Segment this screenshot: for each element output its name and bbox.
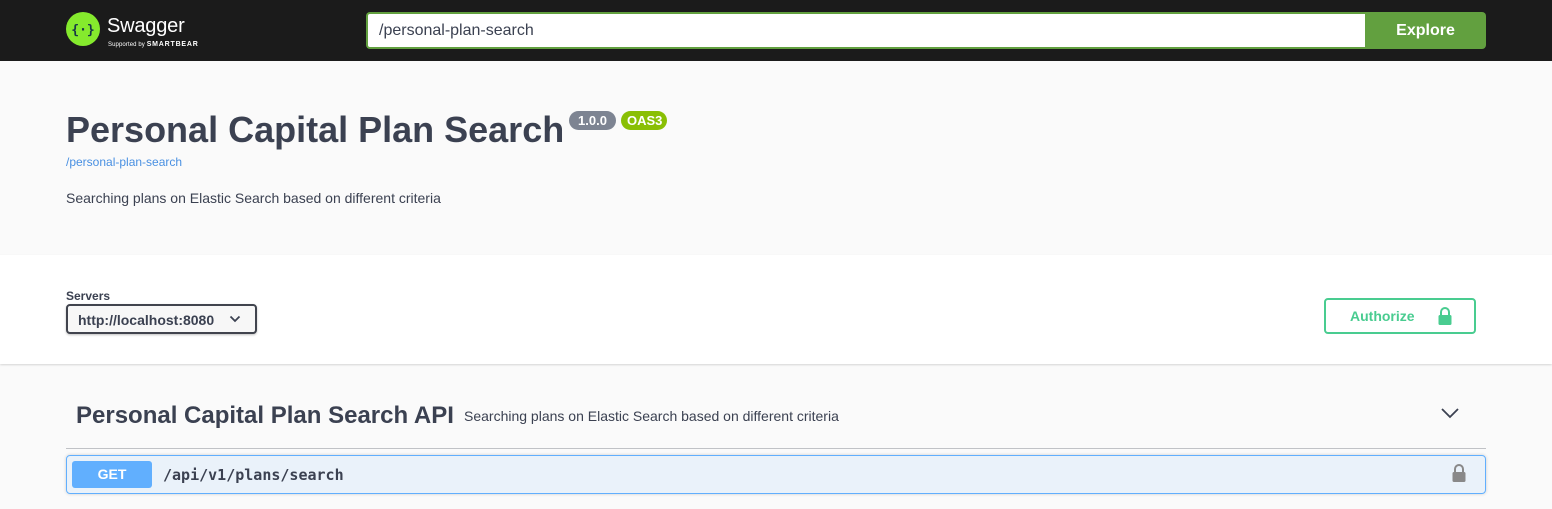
servers-dropdown[interactable]: http://localhost:8080: [66, 304, 257, 334]
brand-name: Swagger: [107, 15, 185, 37]
method-badge: GET: [72, 461, 152, 488]
explore-button[interactable]: Explore: [1365, 12, 1486, 49]
operation-row-get-plans-search[interactable]: GET /api/v1/plans/search: [66, 455, 1486, 494]
brand-sub-company: SMARTBEAR: [146, 41, 199, 48]
authorize-label: Authorize: [1350, 308, 1415, 324]
tag-description: Searching plans on Elastic Search based …: [464, 408, 839, 424]
servers-section: Servers http://localhost:8080 Authorize: [0, 255, 1552, 364]
chevron-down-icon: [229, 315, 241, 323]
lock-icon[interactable]: [1451, 463, 1467, 483]
swagger-logo-icon: {·}: [66, 12, 100, 46]
brand-sub-prefix: Supported by: [108, 42, 145, 48]
servers-selected-value: http://localhost:8080: [78, 312, 215, 328]
oas-badge: OAS3: [621, 111, 667, 130]
api-description: Searching plans on Elastic Search based …: [66, 190, 441, 206]
version-badge: 1.0.0: [569, 111, 616, 130]
chevron-down-icon[interactable]: [1440, 406, 1460, 420]
lock-icon: [1438, 307, 1452, 325]
info-section: Personal Capital Plan Search 1.0.0 OAS3 …: [0, 61, 1552, 255]
servers-label: Servers: [66, 289, 111, 303]
tag-name: Personal Capital Plan Search API: [76, 402, 454, 429]
operation-path: /api/v1/plans/search: [163, 466, 344, 484]
svg-text:{·}: {·}: [71, 23, 94, 38]
page-title: Personal Capital Plan Search: [66, 109, 565, 150]
tag-section-header[interactable]: Personal Capital Plan Search API Searchi…: [66, 384, 1486, 449]
authorize-button[interactable]: Authorize: [1324, 298, 1476, 334]
brand-subtitle: Supported by SMARTBEAR: [108, 41, 199, 48]
base-url-link[interactable]: /personal-plan-search: [66, 155, 182, 169]
spec-url-input[interactable]: [366, 12, 1366, 49]
top-bar: {·} Swagger Supported by SMARTBEAR Explo…: [0, 0, 1552, 61]
